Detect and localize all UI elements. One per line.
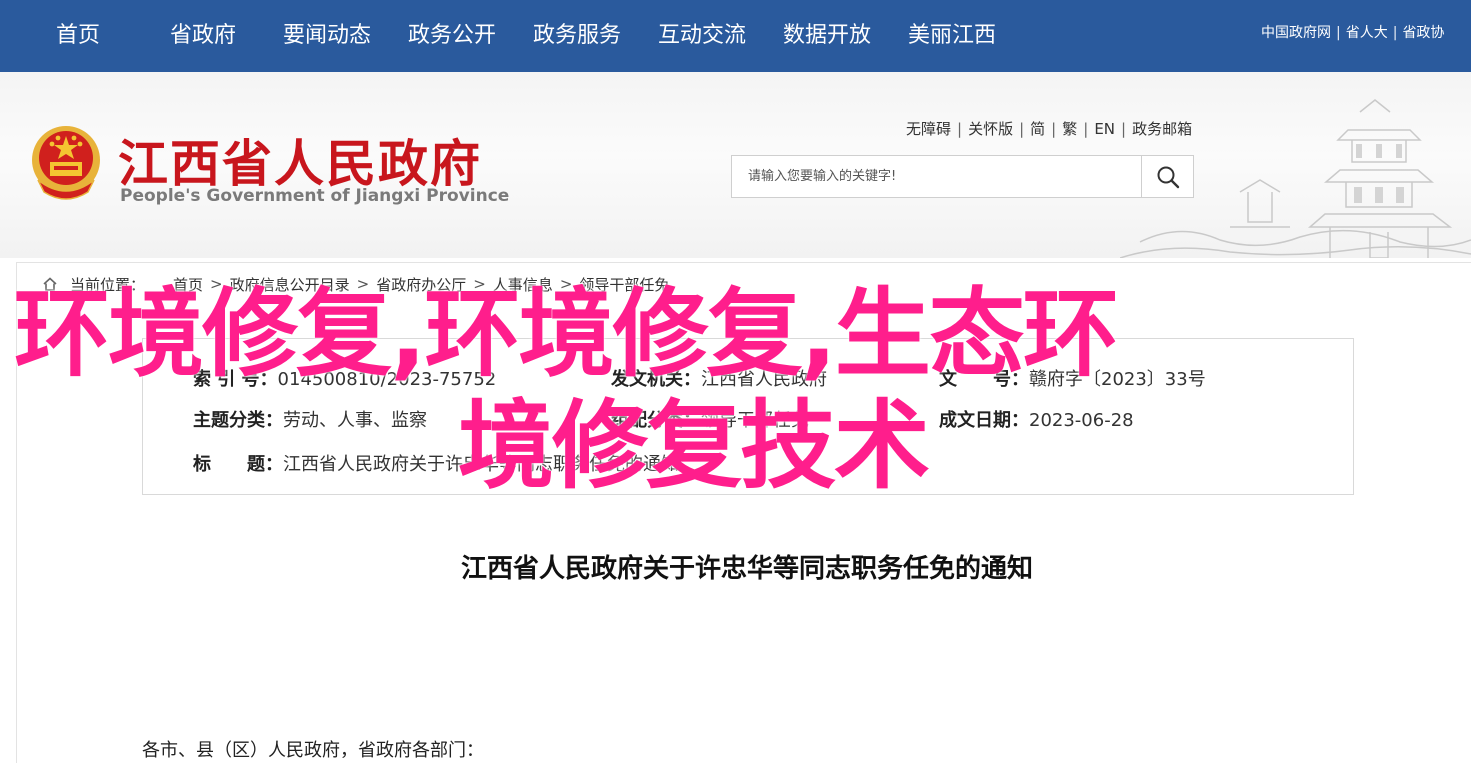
site-subtitle: People's Government of Jiangxi Province	[120, 186, 510, 206]
nav-item-gov-disclosure[interactable]: 政务公开	[408, 0, 496, 72]
separator: |	[1019, 120, 1025, 138]
meta-label: 发文机关：	[611, 369, 701, 390]
meta-issuer: 发文机关：江西省人民政府	[611, 365, 827, 391]
link-english[interactable]: EN	[1094, 120, 1115, 138]
breadcrumb-general-office[interactable]: 省政府办公厅	[376, 274, 466, 295]
nav-item-interaction[interactable]: 互动交流	[658, 0, 746, 72]
national-emblem-icon	[32, 126, 100, 200]
meta-genre: 组配分类：领导干部任免	[611, 406, 809, 432]
meta-label: 标 题：	[193, 454, 283, 475]
breadcrumb-separator: >	[559, 275, 573, 293]
meta-label: 索 引 号：	[193, 369, 278, 390]
meta-value: 领导干部任免	[701, 410, 809, 431]
nav-item-news[interactable]: 要闻动态	[283, 0, 371, 72]
separator: |	[1336, 25, 1341, 41]
top-navigation-bar: 首页 省政府 要闻动态 政务公开 政务服务 互动交流 数据开放 美丽江西 中国政…	[0, 0, 1471, 72]
meta-date: 成文日期：2023-06-28	[939, 406, 1134, 432]
document-salutation: 各市、县（区）人民政府，省政府各部门：	[142, 740, 484, 761]
breadcrumb-appointments[interactable]: 领导干部任免	[579, 274, 669, 295]
top-right-links: 中国政府网 | 省人大 | 省政协	[1261, 0, 1471, 72]
link-provincial-cppcc[interactable]: 省政协	[1402, 25, 1444, 41]
separator: |	[1121, 120, 1127, 138]
meta-value: 江西省人民政府	[701, 369, 827, 390]
document-metadata-box: 索 引 号：014500810/2023-75752 发文机关：江西省人民政府 …	[142, 338, 1354, 495]
search-input[interactable]	[732, 156, 1142, 197]
meta-doc-number: 文 号：赣府字〔2023〕33号	[939, 365, 1206, 391]
meta-value: 赣府字〔2023〕33号	[1029, 369, 1206, 390]
link-provincial-congress[interactable]: 省人大	[1346, 25, 1388, 41]
meta-value: 2023-06-28	[1029, 410, 1134, 431]
link-gov-mail[interactable]: 政务邮箱	[1132, 120, 1192, 138]
meta-label: 主题分类：	[193, 410, 283, 431]
nav-item-open-data[interactable]: 数据开放	[783, 0, 871, 72]
site-header: 江西省人民政府 People's Government of Jiangxi P…	[0, 72, 1471, 258]
meta-label: 组配分类：	[611, 410, 701, 431]
home-icon	[43, 277, 57, 291]
breadcrumb-separator: >	[210, 275, 223, 293]
search-box	[731, 155, 1194, 198]
link-china-gov[interactable]: 中国政府网	[1261, 25, 1331, 41]
link-accessibility[interactable]: 无障碍	[906, 120, 951, 138]
separator: |	[1051, 120, 1057, 138]
document-title: 江西省人民政府关于许忠华等同志职务任免的通知	[460, 554, 1033, 584]
nav-item-gov-services[interactable]: 政务服务	[533, 0, 621, 72]
breadcrumb-separator: >	[473, 275, 486, 293]
separator: |	[1392, 25, 1398, 41]
separator: |	[957, 120, 963, 138]
meta-topic: 主题分类：劳动、人事、监察	[193, 406, 427, 432]
meta-value: 014500810/2023-75752	[277, 369, 497, 390]
separator: |	[1083, 120, 1089, 138]
utility-links: 无障碍 | 关怀版 | 简 | 繁 | EN | 政务邮箱	[906, 118, 1192, 139]
link-simplified[interactable]: 简	[1030, 120, 1045, 138]
breadcrumb-label: 当前位置：	[70, 275, 146, 294]
search-icon	[1157, 166, 1179, 188]
meta-label: 成文日期：	[939, 410, 1029, 431]
breadcrumb-disclosure-catalog[interactable]: 政府信息公开目录	[230, 274, 350, 295]
breadcrumb-separator: >	[356, 275, 370, 293]
nav-item-provincial-gov[interactable]: 省政府	[170, 0, 236, 72]
link-traditional[interactable]: 繁	[1062, 120, 1077, 138]
meta-value: 劳动、人事、监察	[283, 410, 427, 431]
nav-item-home[interactable]: 首页	[56, 0, 100, 72]
breadcrumb: 当前位置： 首页 > 政府信息公开目录 > 省政府办公厅 > 人事信息 > 领导干部任免	[42, 274, 669, 294]
meta-title: 标 题：江西省人民政府关于许忠华等同志职务任免的通知	[193, 450, 679, 476]
meta-value: 江西省人民政府关于许忠华等同志职务任免的通知	[283, 454, 679, 475]
search-button[interactable]	[1141, 156, 1193, 197]
link-care-version[interactable]: 关怀版	[968, 120, 1013, 138]
breadcrumb-home[interactable]: 首页	[173, 274, 203, 295]
meta-label: 文 号：	[939, 369, 1029, 390]
meta-index-number: 索 引 号：014500810/2023-75752	[193, 365, 496, 391]
nav-item-beautiful-jiangxi[interactable]: 美丽江西	[908, 0, 996, 72]
breadcrumb-personnel-info[interactable]: 人事信息	[493, 274, 553, 295]
